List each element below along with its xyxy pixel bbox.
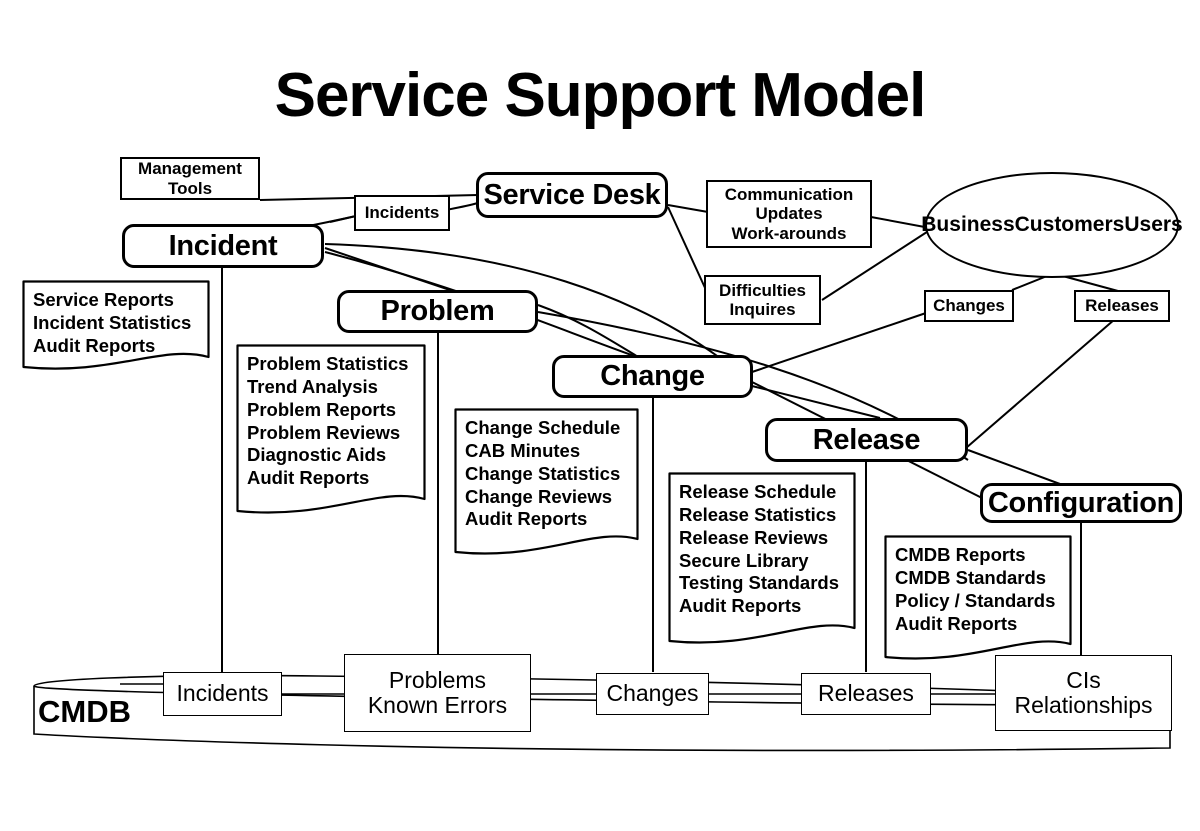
process-problem[interactable]: Problem bbox=[337, 290, 538, 333]
outputs-change-text: Change Schedule CAB Minutes Change Stati… bbox=[465, 417, 621, 530]
process-configuration[interactable]: Configuration bbox=[980, 483, 1182, 523]
diagram-canvas: Service Support Model Management Tools I… bbox=[0, 0, 1200, 831]
process-incident[interactable]: Incident bbox=[122, 224, 324, 268]
outputs-problem-text: Problem Statistics Trend Analysis Proble… bbox=[247, 353, 409, 489]
actor-line-1: Business bbox=[921, 212, 1015, 236]
cmdb-item-changes[interactable]: Changes bbox=[596, 673, 709, 715]
flow-communication-updates-workarounds: Communication Updates Work-arounds bbox=[706, 180, 872, 248]
actor-line-3: Users bbox=[1124, 212, 1183, 236]
outputs-configuration-text: CMDB Reports CMDB Standards Policy / Sta… bbox=[895, 544, 1056, 634]
process-release[interactable]: Release bbox=[765, 418, 968, 462]
flow-management-tools: Management Tools bbox=[120, 157, 260, 200]
cmdb-label: CMDB bbox=[38, 694, 131, 729]
outputs-incident-note: Service Reports Incident Statistics Audi… bbox=[22, 280, 210, 375]
actor-business-customers-users: Business Customers Users bbox=[921, 172, 1183, 278]
outputs-incident-text: Service Reports Incident Statistics Audi… bbox=[33, 289, 192, 356]
flow-changes-top: Changes bbox=[924, 290, 1014, 322]
cmdb-item-releases[interactable]: Releases bbox=[801, 673, 931, 715]
process-change[interactable]: Change bbox=[552, 355, 753, 398]
actor-line-2: Customers bbox=[1014, 212, 1125, 236]
flow-releases-top: Releases bbox=[1074, 290, 1170, 322]
page-title: Service Support Model bbox=[274, 61, 927, 130]
outputs-release-note: Release Schedule Release Statistics Rele… bbox=[668, 472, 856, 649]
outputs-problem-note: Problem Statistics Trend Analysis Proble… bbox=[236, 344, 426, 519]
outputs-change-note: Change Schedule CAB Minutes Change Stati… bbox=[454, 408, 639, 560]
flow-difficulties-inquires: Difficulties Inquires bbox=[704, 275, 821, 325]
process-service-desk[interactable]: Service Desk bbox=[476, 172, 668, 218]
cmdb-item-problems-known-errors[interactable]: Problems Known Errors bbox=[344, 654, 531, 732]
cmdb-item-cis-relationships[interactable]: CIs Relationships bbox=[995, 655, 1172, 731]
outputs-release-text: Release Schedule Release Statistics Rele… bbox=[679, 481, 840, 617]
outputs-configuration-note: CMDB Reports CMDB Standards Policy / Sta… bbox=[884, 535, 1072, 665]
cmdb-item-incidents[interactable]: Incidents bbox=[163, 672, 282, 716]
flow-incidents-top: Incidents bbox=[354, 195, 450, 231]
